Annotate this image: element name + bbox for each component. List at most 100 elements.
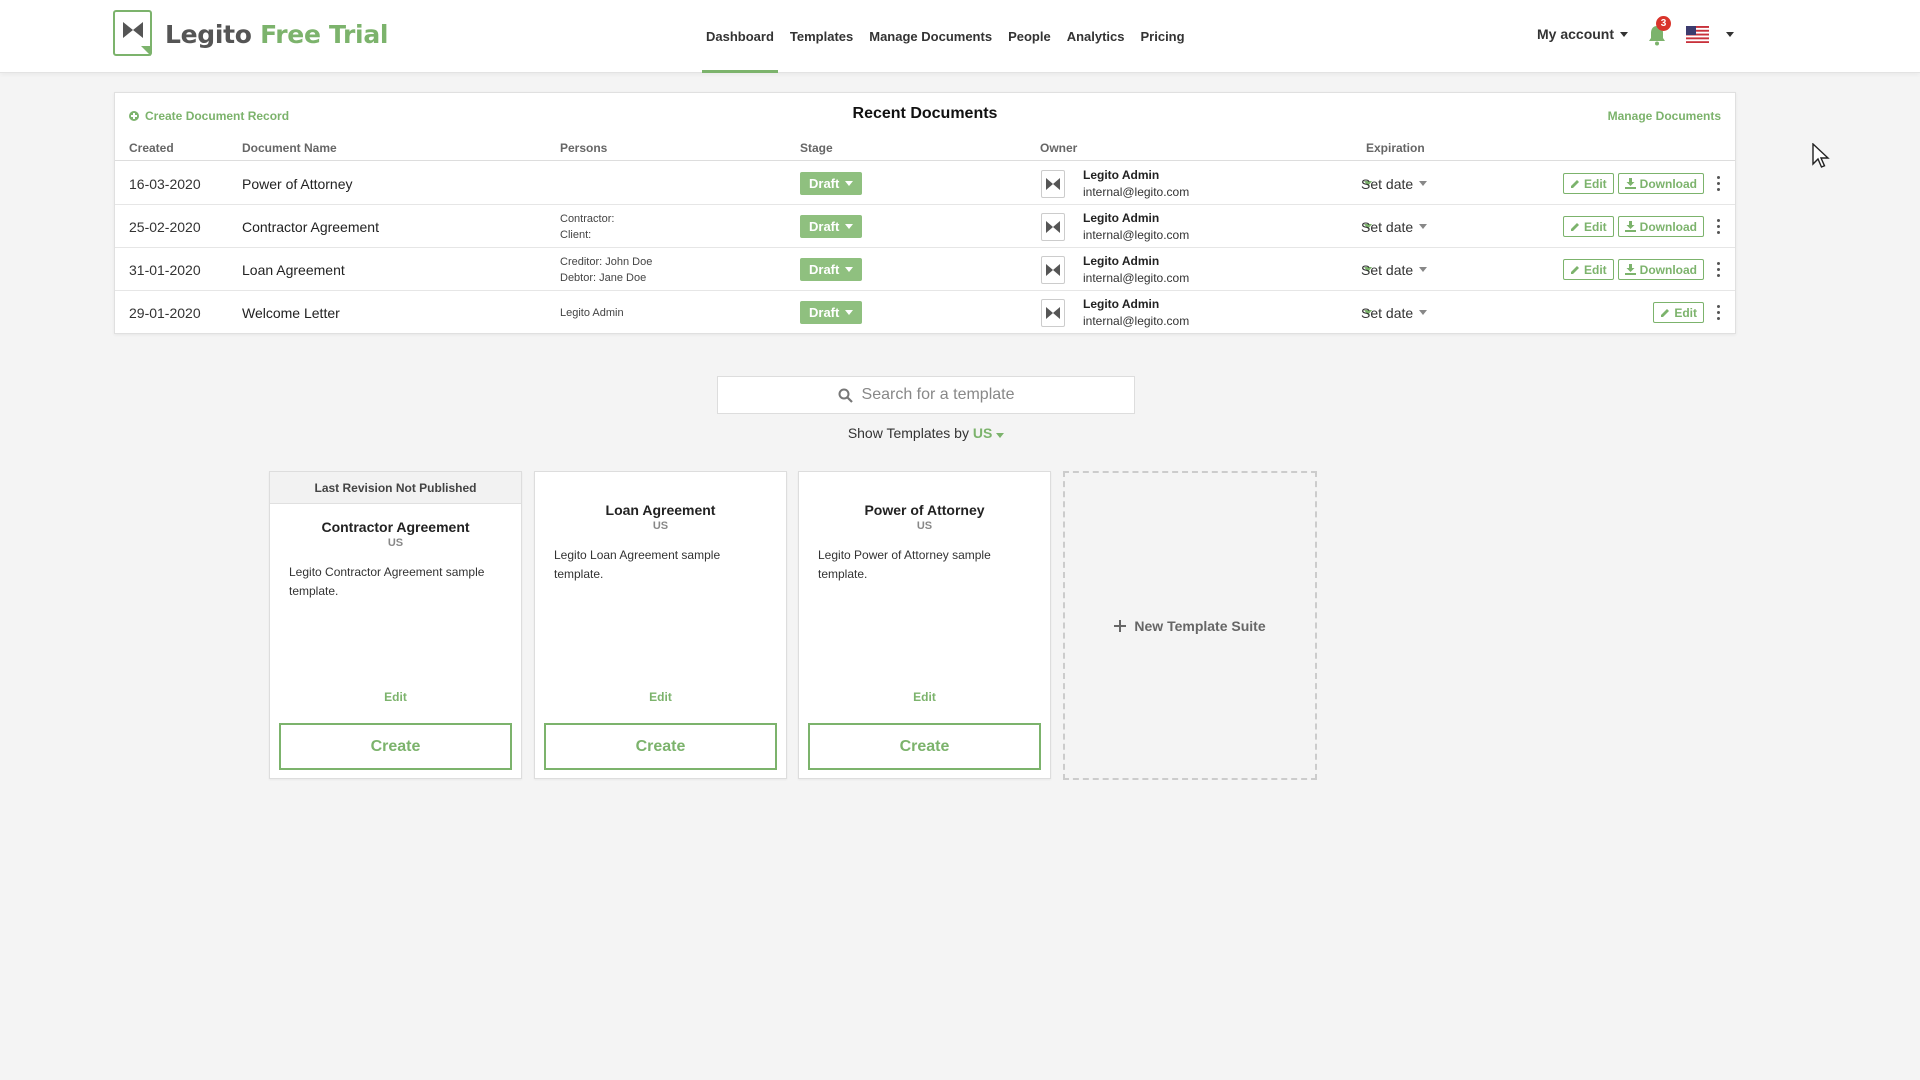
owner-avatar-icon: [1046, 263, 1060, 276]
expiration-set-date[interactable]: Set date: [1361, 162, 1428, 205]
my-account-dropdown[interactable]: My account: [1537, 26, 1629, 42]
download-icon: [1624, 264, 1636, 275]
create-button[interactable]: Create: [544, 723, 777, 770]
table-row[interactable]: 25-02-2020 Contractor Agreement Contract…: [115, 205, 1735, 248]
stage-pill[interactable]: Draft: [800, 258, 863, 281]
more-options-icon[interactable]: [1711, 303, 1725, 323]
create-button[interactable]: Create: [808, 723, 1041, 770]
col-created[interactable]: Created: [129, 141, 174, 155]
nav-dashboard[interactable]: Dashboard: [698, 0, 782, 73]
stage-pill[interactable]: Draft: [800, 301, 863, 324]
expiration-set-date[interactable]: Set date: [1361, 291, 1428, 334]
chevron-down-icon: [845, 181, 854, 186]
owner-info: Legito Admin internal@legito.com: [1083, 248, 1189, 291]
us-flag-icon[interactable]: [1686, 26, 1709, 43]
template-edit-link[interactable]: Edit: [270, 690, 521, 704]
top-navigation-bar: Legito Free Trial Dashboard Templates Ma…: [0, 0, 1920, 73]
table-header: Created Document Name Persons Stage Owne…: [115, 141, 1735, 161]
create-button[interactable]: Create: [279, 723, 512, 770]
nav-analytics[interactable]: Analytics: [1059, 0, 1133, 73]
nav-manage-documents[interactable]: Manage Documents: [861, 0, 1000, 73]
template-language: US: [916, 520, 933, 532]
persons: Contractor: Client:: [560, 205, 614, 248]
edit-button[interactable]: Edit: [1563, 259, 1614, 280]
chevron-down-icon: [1419, 181, 1428, 186]
my-account-label: My account: [1537, 26, 1615, 42]
stage-label: Draft: [809, 305, 840, 320]
col-document-name[interactable]: Document Name: [242, 141, 337, 155]
created-date: 29-01-2020: [129, 304, 201, 321]
person-line: Debtor: Jane Doe: [560, 271, 647, 284]
col-owner[interactable]: Owner: [1040, 141, 1077, 155]
template-edit-link[interactable]: Edit: [535, 690, 786, 704]
template-search-input[interactable]: Search for a template: [717, 376, 1135, 414]
more-options-icon[interactable]: [1711, 174, 1725, 194]
new-template-suite-label: New Template Suite: [1134, 617, 1266, 634]
expiration-set-date[interactable]: Set date: [1361, 248, 1428, 291]
owner-name: Legito Admin: [1083, 296, 1160, 311]
template-language: US: [652, 520, 669, 532]
language-chevron-down-icon[interactable]: [1726, 32, 1734, 37]
document-name-link[interactable]: Loan Agreement: [242, 248, 345, 291]
document-name-link[interactable]: Contractor Agreement: [242, 205, 379, 248]
edit-button[interactable]: Edit: [1563, 173, 1614, 194]
template-language: US: [387, 537, 404, 549]
legito-logo-icon: [113, 10, 152, 56]
created-date: 16-03-2020: [129, 175, 201, 192]
stage-dropdown[interactable]: Draft: [800, 162, 863, 205]
stage-pill[interactable]: Draft: [800, 172, 863, 195]
templates-country-dropdown[interactable]: US: [973, 425, 1005, 441]
template-name: Contractor Agreement: [321, 519, 470, 535]
download-button[interactable]: Download: [1617, 216, 1704, 237]
document-name-link[interactable]: Power of Attorney: [242, 162, 353, 205]
nav-pricing[interactable]: Pricing: [1133, 0, 1193, 73]
table-row[interactable]: 16-03-2020 Power of Attorney Draft Legit…: [115, 162, 1735, 205]
expiration-set-date[interactable]: Set date: [1361, 205, 1428, 248]
stage-dropdown[interactable]: Draft: [800, 248, 863, 291]
expiration-label: Set date: [1361, 304, 1414, 321]
owner-name: Legito Admin: [1083, 210, 1160, 225]
table-row[interactable]: 29-01-2020 Welcome Letter Legito Admin D…: [115, 291, 1735, 334]
stage-dropdown[interactable]: Draft: [800, 291, 863, 334]
chevron-down-icon: [1620, 31, 1629, 37]
template-card: Power of Attorney US Legito Power of Att…: [798, 471, 1051, 779]
owner-info: Legito Admin internal@legito.com: [1083, 162, 1189, 205]
owner-avatar: [1041, 291, 1065, 334]
owner-email: internal@legito.com: [1083, 227, 1190, 242]
pencil-icon: [1571, 265, 1579, 274]
col-stage[interactable]: Stage: [800, 141, 833, 155]
chevron-down-icon: [1419, 267, 1428, 272]
download-button[interactable]: Download: [1617, 259, 1704, 280]
owner-name: Legito Admin: [1083, 253, 1160, 268]
notification-badge: 3: [1656, 16, 1671, 31]
created-date: 25-02-2020: [129, 218, 201, 235]
document-name-link[interactable]: Welcome Letter: [242, 291, 340, 334]
more-options-icon[interactable]: [1711, 217, 1725, 237]
stage-label: Draft: [809, 262, 840, 277]
edit-button[interactable]: Edit: [1563, 216, 1614, 237]
legito-logo[interactable]: Legito Free Trial: [113, 10, 388, 58]
table-row[interactable]: 31-01-2020 Loan Agreement Creditor: John…: [115, 248, 1735, 291]
recent-documents-panel: Create Document Record Recent Documents …: [114, 92, 1736, 334]
col-persons[interactable]: Persons: [560, 141, 607, 155]
chevron-down-icon: [845, 224, 854, 229]
chevron-down-icon: [845, 310, 854, 315]
edit-button[interactable]: Edit: [1653, 302, 1704, 323]
new-template-suite-button[interactable]: New Template Suite: [1063, 471, 1317, 780]
logo-text: Legito Free Trial: [165, 19, 389, 49]
persons: Legito Admin: [560, 291, 624, 334]
template-name: Power of Attorney: [864, 502, 985, 518]
manage-documents-link[interactable]: Manage Documents: [1608, 109, 1721, 123]
chevron-down-icon: [1419, 310, 1428, 315]
stage-label: Draft: [809, 219, 840, 234]
nav-people[interactable]: People: [1000, 0, 1059, 73]
recent-documents-title: Recent Documents: [852, 105, 998, 122]
stage-dropdown[interactable]: Draft: [800, 205, 863, 248]
stage-pill[interactable]: Draft: [800, 215, 863, 238]
download-button[interactable]: Download: [1617, 173, 1704, 194]
more-options-icon[interactable]: [1711, 260, 1725, 280]
chevron-down-icon: [996, 433, 1005, 438]
nav-templates[interactable]: Templates: [782, 0, 861, 73]
template-edit-link[interactable]: Edit: [799, 690, 1050, 704]
col-expiration[interactable]: Expiration: [1366, 141, 1425, 155]
